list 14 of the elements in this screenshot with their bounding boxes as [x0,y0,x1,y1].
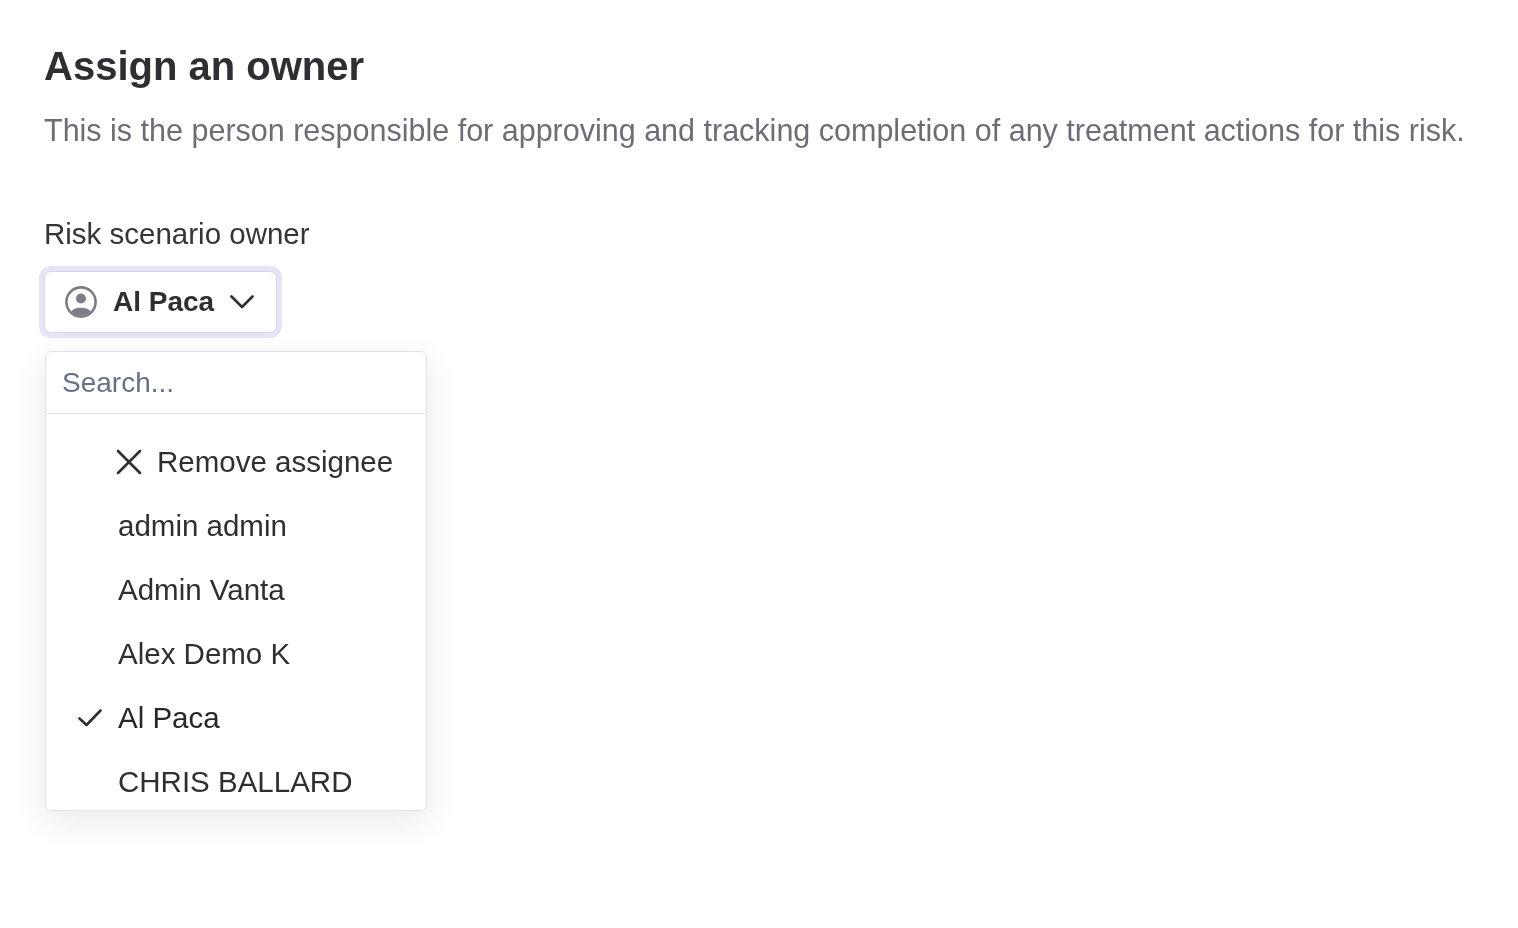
page-description: This is the person responsible for approving and tracking completion of any treatment actions for this risk. [44,112,1465,148]
chevron-down-icon [230,295,255,309]
page-heading: Assign an owner [44,43,365,90]
menu-option[interactable]: Remove assignee [46,434,426,490]
menu-option[interactable]: CHRIS BALLARD [46,754,426,810]
close-icon [116,449,142,475]
field-label: Risk scenario owner [44,216,310,252]
menu-option[interactable]: admin admin [46,498,426,554]
search-field[interactable]: Search... [46,352,426,414]
user-circle-icon [65,286,97,318]
menu-option[interactable]: Al Paca [46,690,426,746]
menu-option[interactable]: Admin Vanta [46,562,426,618]
check-icon [78,709,102,727]
menu-option[interactable]: Alex Demo K [46,626,426,682]
